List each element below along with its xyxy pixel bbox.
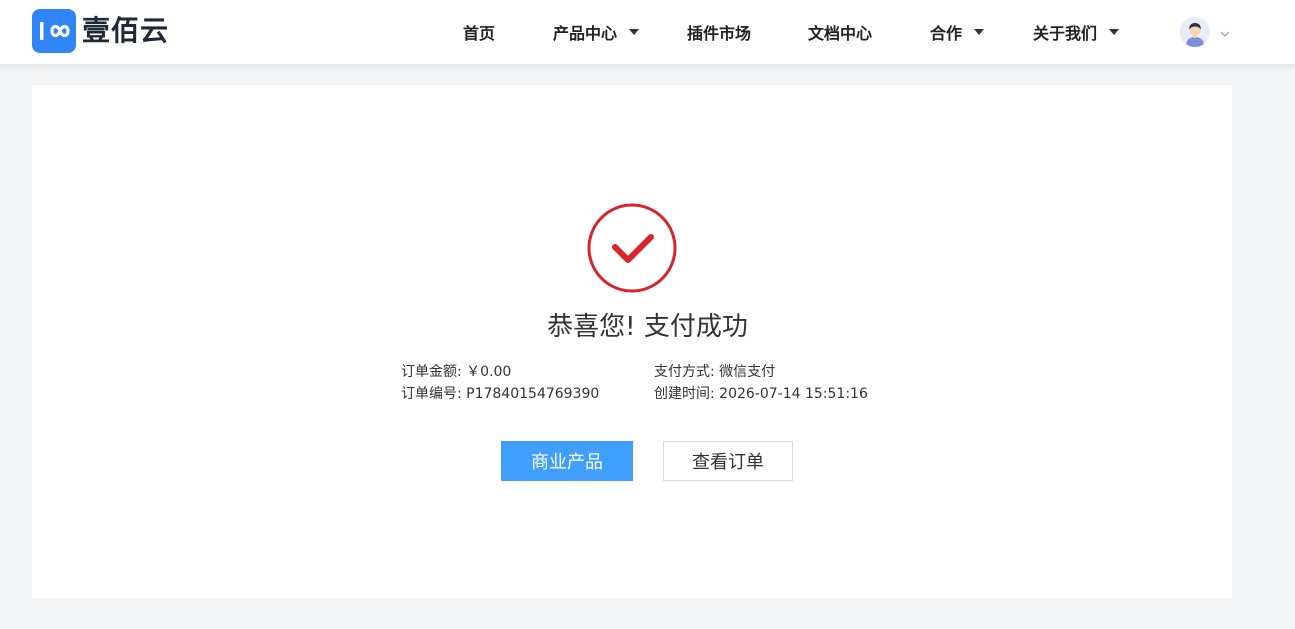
nav-item-label: 关于我们 xyxy=(1033,24,1098,43)
nav-item-home[interactable]: 首页 xyxy=(463,0,495,64)
nav-item-label: 合作 xyxy=(930,24,963,43)
order-amount-label: 订单金额: xyxy=(401,364,462,380)
nav-item-docs[interactable]: 文档中心 xyxy=(808,0,872,64)
top-navbar: 壹佰云 首页 产品中心 插件市场 文档中心 合作 关于我们 xyxy=(0,0,1295,65)
nav-item-label: 文档中心 xyxy=(808,24,873,43)
caret-down-icon xyxy=(1109,29,1120,35)
payment-method-value: 微信支付 xyxy=(719,364,776,380)
order-amount-value: ￥0.00 xyxy=(466,364,512,380)
check-circle-icon xyxy=(586,203,678,295)
chevron-down-icon[interactable] xyxy=(1219,25,1231,38)
payment-method-row: 支付方式: 微信支付 xyxy=(654,361,775,383)
nav-item-about[interactable]: 关于我们 xyxy=(1033,0,1120,64)
nav-item-label: 插件市场 xyxy=(687,24,752,43)
order-number-label: 订单编号: xyxy=(401,386,462,402)
brand-name: 壹佰云 xyxy=(82,14,170,47)
created-time-value: 2026-07-14 15:51:16 xyxy=(719,386,868,402)
payment-method-label: 支付方式: xyxy=(654,364,715,380)
user-avatar-icon[interactable] xyxy=(1180,17,1210,47)
nav-item-plugin-market[interactable]: 插件市场 xyxy=(687,0,751,64)
order-number-row: 订单编号: P17840154769390 xyxy=(401,383,599,405)
view-order-button[interactable]: 查看订单 xyxy=(663,441,793,481)
caret-down-icon xyxy=(629,29,640,35)
order-amount-row: 订单金额: ￥0.00 xyxy=(401,361,511,383)
created-time-row: 创建时间: 2026-07-14 15:51:16 xyxy=(654,383,868,405)
brand-logo[interactable]: 壹佰云 xyxy=(32,9,184,53)
order-number-value: P17840154769390 xyxy=(466,386,600,402)
nav-item-label: 首页 xyxy=(463,24,496,43)
logo-mark-icon xyxy=(32,9,76,53)
created-time-label: 创建时间: xyxy=(654,386,715,402)
business-products-button[interactable]: 商业产品 xyxy=(501,441,633,481)
nav-item-products[interactable]: 产品中心 xyxy=(553,0,640,64)
caret-down-icon xyxy=(974,29,985,35)
payment-success-title: 恭喜您! 支付成功 xyxy=(547,312,748,342)
nav-item-cooperation[interactable]: 合作 xyxy=(930,0,985,64)
nav-item-label: 产品中心 xyxy=(553,24,618,43)
